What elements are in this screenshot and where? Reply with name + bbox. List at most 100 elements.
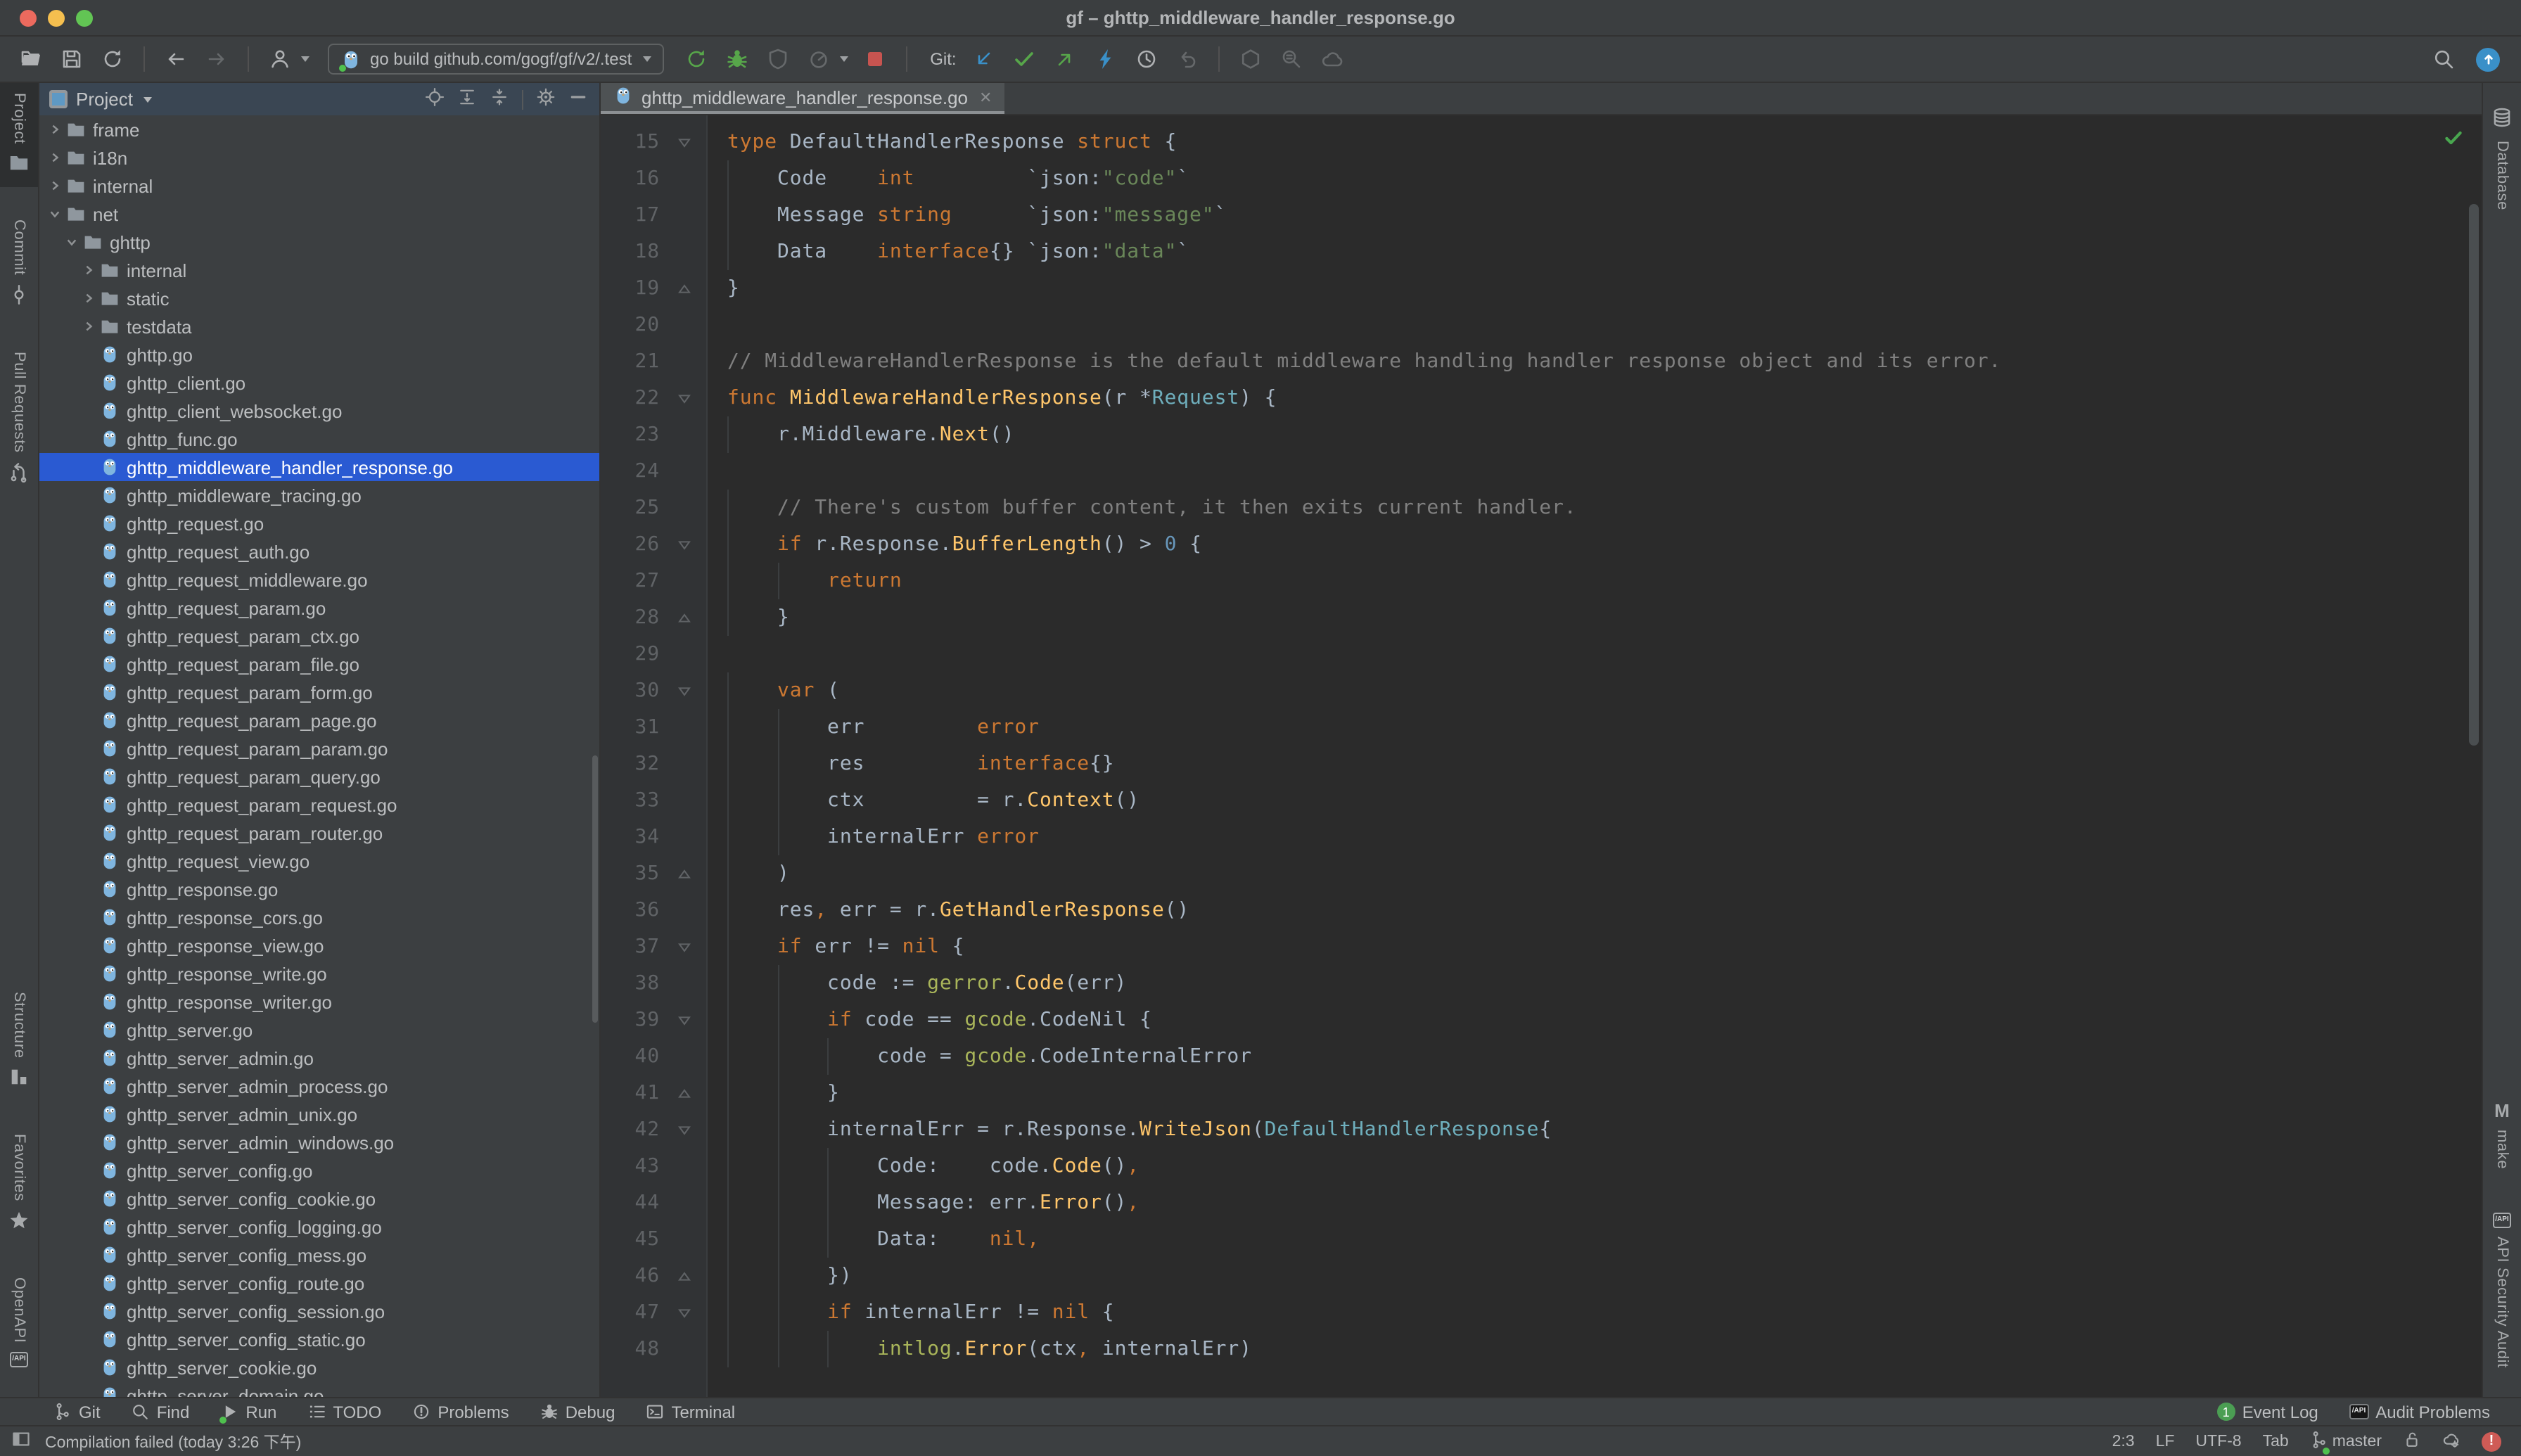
tree-item[interactable]: ghttp_request_param_router.go (39, 819, 599, 847)
hide-panel-icon[interactable] (568, 87, 588, 111)
git-commit-button[interactable] (1010, 45, 1038, 73)
code-line[interactable]: 46 }) (601, 1258, 2482, 1294)
collapse-all-icon[interactable] (490, 87, 509, 111)
tree-item[interactable]: ghttp_request_param_query.go (39, 762, 599, 791)
stripe-button-commit[interactable]: Commit (0, 210, 38, 319)
tree-item[interactable]: ghttp_request_auth.go (39, 537, 599, 566)
git-push-button[interactable] (1051, 45, 1079, 73)
code-line[interactable]: 30 var ( (601, 672, 2482, 709)
git-rollback-icon[interactable] (1092, 45, 1120, 73)
code-line[interactable]: 40 code = gcode.CodeInternalError (601, 1038, 2482, 1075)
tree-chevron-icon[interactable] (46, 152, 63, 163)
tree-item[interactable]: ghttp_request_param_form.go (39, 678, 599, 706)
tree-item[interactable]: ghttp_response.go (39, 875, 599, 903)
undo-icon[interactable] (1173, 45, 1201, 73)
stripe-button-project[interactable]: Project (0, 83, 38, 188)
tree-item[interactable]: ghttp_middleware_tracing.go (39, 481, 599, 509)
chevron-down-icon[interactable] (144, 96, 153, 102)
code-line[interactable]: 24 (601, 453, 2482, 490)
cloud-icon[interactable] (1318, 45, 1346, 73)
code-line[interactable]: 20 (601, 307, 2482, 343)
tree-item[interactable]: ghttp_server_config.go (39, 1156, 599, 1184)
code-line[interactable]: 39 if code == gcode.CodeNil { (601, 1002, 2482, 1038)
code-editor[interactable]: 15type DefaultHandlerResponse struct {16… (601, 115, 2482, 1397)
editor-tab[interactable]: ghttp_middleware_handler_response.go ✕ (601, 83, 1004, 114)
tree-item[interactable]: ghttp_response_write.go (39, 959, 599, 988)
update-available-icon[interactable] (2476, 47, 2500, 71)
event-log-button[interactable]: 1 Event Log (2217, 1402, 2318, 1422)
code-line[interactable]: 34 internalErr error (601, 819, 2482, 855)
open-icon[interactable] (17, 45, 45, 73)
tree-item[interactable]: ghttp_server_admin_unix.go (39, 1100, 599, 1128)
run-button[interactable] (682, 45, 710, 73)
code-line[interactable]: 27 return (601, 563, 2482, 599)
debug-toolwindow-button[interactable]: Debug (540, 1402, 615, 1422)
tree-item[interactable]: ghttp_request_param_ctx.go (39, 622, 599, 650)
code-line[interactable]: 16 Code int `json:"code"` (601, 160, 2482, 197)
tree-item[interactable]: ghttp.go (39, 340, 599, 369)
code-line[interactable]: 48 intlog.Error(ctx, internalErr) (601, 1331, 2482, 1367)
code-line[interactable]: 33 ctx = r.Context() (601, 782, 2482, 819)
expand-all-icon[interactable] (457, 87, 477, 111)
tree-chevron-icon[interactable] (80, 264, 97, 276)
code-line[interactable]: 18 Data interface{} `json:"data"` (601, 234, 2482, 270)
fold-marker-icon[interactable] (674, 855, 694, 892)
audit-problems-button[interactable]: /API Audit Problems (2349, 1402, 2490, 1422)
hexagon-icon[interactable] (1237, 45, 1265, 73)
tree-item[interactable]: internal (39, 256, 599, 284)
code-line[interactable]: 44 Message: err.Error(), (601, 1184, 2482, 1221)
indent-style[interactable]: Tab (2263, 1433, 2289, 1450)
search-everywhere-icon[interactable] (2430, 45, 2458, 73)
tree-item[interactable]: net (39, 200, 599, 228)
code-line[interactable]: 28 } (601, 599, 2482, 636)
tree-item[interactable]: ghttp_server_config_static.go (39, 1325, 599, 1353)
code-line[interactable]: 15type DefaultHandlerResponse struct { (601, 124, 2482, 160)
tree-item[interactable]: ghttp (39, 228, 599, 256)
file-encoding[interactable]: UTF-8 (2195, 1433, 2241, 1450)
git-update-button[interactable] (969, 45, 997, 73)
sync-icon[interactable] (98, 45, 127, 73)
structural-search-icon[interactable] (1277, 45, 1306, 73)
code-line[interactable]: 21// MiddlewareHandlerResponse is the de… (601, 343, 2482, 380)
code-line[interactable]: 23 r.Middleware.Next() (601, 416, 2482, 453)
tree-item[interactable]: ghttp_server_config_logging.go (39, 1213, 599, 1241)
project-panel-title[interactable]: Project (76, 89, 133, 110)
tree-item[interactable]: ghttp_server_config_route.go (39, 1269, 599, 1297)
back-icon[interactable] (162, 45, 190, 73)
stripe-button-pull-requests[interactable]: Pull Requests (0, 342, 38, 497)
git-toolwindow-button[interactable]: Git (53, 1402, 101, 1422)
find-toolwindow-button[interactable]: Find (132, 1402, 190, 1422)
fold-marker-icon[interactable] (674, 599, 694, 636)
error-indicator-icon[interactable]: ! (2482, 1431, 2501, 1451)
stripe-button-database[interactable]: Database (2483, 97, 2521, 220)
tree-item[interactable]: ghttp_response_cors.go (39, 903, 599, 931)
coverage-button[interactable] (764, 45, 792, 73)
gear-icon[interactable] (536, 87, 556, 111)
tree-item[interactable]: ghttp_request_param_param.go (39, 734, 599, 762)
close-icon[interactable]: ✕ (979, 88, 992, 106)
fold-marker-icon[interactable] (674, 124, 694, 160)
fold-marker-icon[interactable] (674, 1002, 694, 1038)
tree-item[interactable]: ghttp_request_view.go (39, 847, 599, 875)
tree-item[interactable]: ghttp_request_param_request.go (39, 791, 599, 819)
stripe-button-openapi[interactable]: OpenAPI/API (0, 1268, 38, 1378)
tree-item[interactable]: ghttp_server_admin_process.go (39, 1072, 599, 1100)
tree-item[interactable]: ghttp_request_param_page.go (39, 706, 599, 734)
editor-scrollbar[interactable] (2469, 204, 2479, 746)
code-line[interactable]: 22func MiddlewareHandlerResponse(r *Requ… (601, 380, 2482, 416)
tree-chevron-icon[interactable] (46, 180, 63, 191)
code-line[interactable]: 26 if r.Response.BufferLength() > 0 { (601, 526, 2482, 563)
tree-chevron-icon[interactable] (46, 208, 63, 219)
unlock-icon[interactable] (2403, 1430, 2421, 1452)
terminal-toolwindow-button[interactable]: Terminal (646, 1402, 735, 1422)
run-toolwindow-button[interactable]: Run (220, 1402, 276, 1422)
tree-chevron-icon[interactable] (63, 236, 80, 248)
fold-marker-icon[interactable] (674, 672, 694, 709)
code-line[interactable]: 36 res, err = r.GetHandlerResponse() (601, 892, 2482, 928)
git-branch-widget[interactable]: master (2310, 1430, 2382, 1452)
code-line[interactable]: 35 ) (601, 855, 2482, 892)
code-line[interactable]: 38 code := gerror.Code(err) (601, 965, 2482, 1002)
tree-chevron-icon[interactable] (80, 321, 97, 332)
tree-item[interactable]: ghttp_request.go (39, 509, 599, 537)
fold-marker-icon[interactable] (674, 270, 694, 307)
